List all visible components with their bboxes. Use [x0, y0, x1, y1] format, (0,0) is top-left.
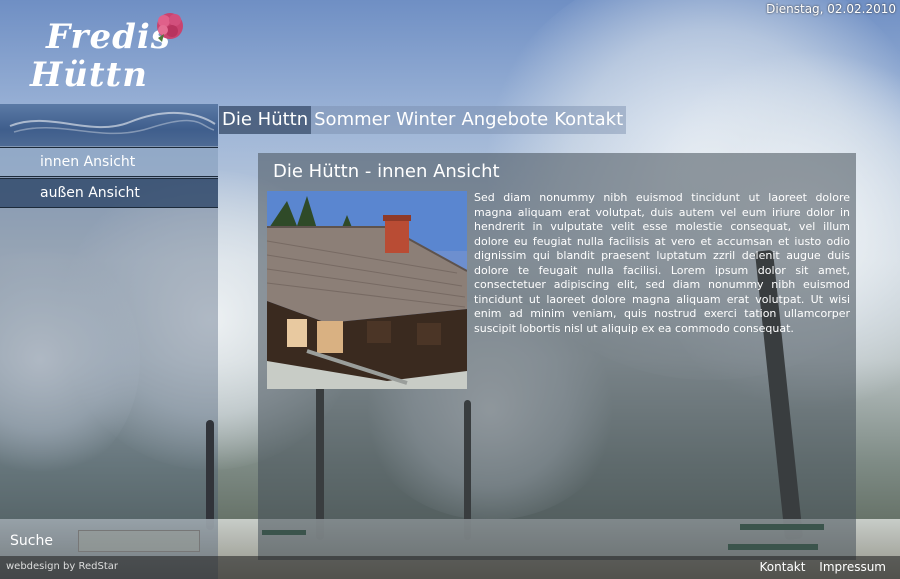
nav-item-angebote[interactable]: Angebote	[458, 106, 552, 134]
footer-link-kontakt[interactable]: Kontakt	[760, 560, 806, 574]
nav-item-sommer[interactable]: Sommer	[311, 106, 394, 134]
sidebar-header-decoration	[0, 104, 218, 146]
flower-icon	[157, 13, 183, 42]
nav-item-winter[interactable]: Winter	[393, 106, 459, 134]
logo-text-huettn: Hüttn	[30, 55, 148, 95]
subnav-item-aussen-ansicht[interactable]: außen Ansicht	[0, 178, 218, 208]
search-input[interactable]	[78, 530, 200, 552]
webdesign-credit: webdesign by RedStar	[6, 561, 118, 572]
nav-item-die-huettn[interactable]: Die Hüttn	[219, 106, 312, 134]
footer-links: Kontakt Impressum	[750, 560, 886, 574]
hut-photo	[267, 191, 467, 389]
page-title: Die Hüttn - innen Ansicht	[273, 161, 500, 182]
footer-link-impressum[interactable]: Impressum	[819, 560, 886, 574]
subnav-item-innen-ansicht[interactable]: innen Ansicht	[0, 147, 218, 177]
hut-illustration	[267, 191, 467, 389]
content-panel: Die Hüttn - innen Ansicht Sed diam nonum…	[258, 153, 856, 560]
current-date: Dienstag, 02.02.2010	[766, 2, 896, 16]
search-label: Suche	[10, 533, 53, 549]
content-body-text: Sed diam nonummy nibh euismod tincidunt …	[474, 191, 850, 335]
site-logo[interactable]: Fredis Hüttn	[28, 13, 198, 104]
left-sidebar: innen Ansicht außen Ansicht	[0, 104, 218, 579]
sub-navigation: innen Ansicht außen Ansicht	[0, 147, 218, 209]
main-navigation: Die Hüttn Sommer Winter Angebote Kontakt	[219, 106, 627, 134]
nav-item-kontakt[interactable]: Kontakt	[551, 106, 627, 134]
swirl-decoration	[9, 111, 216, 135]
